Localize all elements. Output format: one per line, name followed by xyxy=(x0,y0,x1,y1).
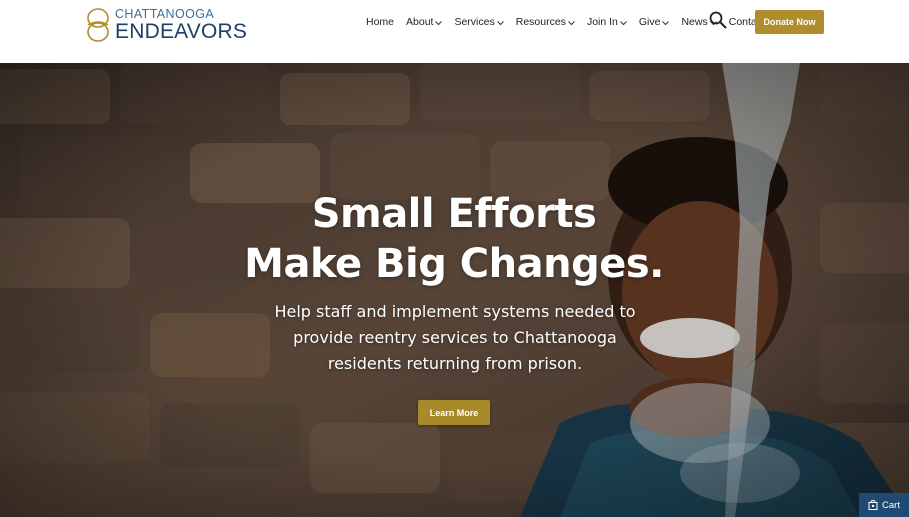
hero-subtext-line1: Help staff and implement systems needed … xyxy=(274,302,636,321)
nav-item-label: Services xyxy=(454,16,495,28)
hero-headline: Small Efforts Make Big Changes. xyxy=(150,189,758,289)
hero-subtext-line2: provide reentry services to Chattanooga xyxy=(293,328,617,347)
nav-item-label: Give xyxy=(638,16,661,28)
hero-banner: Small Efforts Make Big Changes. Help sta… xyxy=(0,63,909,517)
nav-item-label: News xyxy=(681,16,708,28)
hero-background-image xyxy=(0,63,909,517)
search-icon[interactable] xyxy=(709,11,727,29)
chevron-down-icon xyxy=(662,20,670,25)
brand-line1: CHATTANOOGA xyxy=(115,6,215,21)
nav-item-services[interactable]: Services xyxy=(454,16,504,28)
nav-item-give[interactable]: Give xyxy=(639,16,670,28)
donate-button[interactable]: Donate Now xyxy=(755,10,824,34)
learn-more-button[interactable]: Learn More xyxy=(418,400,490,425)
chevron-down-icon xyxy=(620,20,627,25)
brand-line2: ENDEAVORS xyxy=(115,20,248,44)
nav-item-home[interactable]: Home xyxy=(366,16,394,28)
hero-headline-line1: Small Efforts xyxy=(311,191,597,237)
cart-icon xyxy=(868,500,878,510)
nav-item-label: About xyxy=(406,16,434,28)
nav-item-join-in[interactable]: Join In xyxy=(587,16,627,28)
chevron-down-icon xyxy=(568,20,575,25)
nav-item-label: Home xyxy=(366,16,395,28)
hero-subtext-line3: residents returning from prison. xyxy=(327,354,583,373)
site-header: CHATTANOOGA ENDEAVORS Home About Service… xyxy=(0,0,909,63)
interlocking-rings-logo-icon xyxy=(87,8,109,42)
nav-item-about[interactable]: About xyxy=(406,16,443,28)
cart-button[interactable]: Cart xyxy=(859,493,909,517)
cart-label: Cart xyxy=(882,499,900,511)
hero-headline-line2: Make Big Changes. xyxy=(244,241,664,287)
hero-subtext: Help staff and implement systems needed … xyxy=(270,299,640,377)
nav-item-resources[interactable]: Resources xyxy=(516,16,575,28)
nav-item-label: Join In xyxy=(586,16,618,28)
nav-item-label: Resources xyxy=(515,16,566,28)
brand-wordmark: CHATTANOOGA ENDEAVORS xyxy=(115,8,247,43)
chevron-down-icon xyxy=(496,20,504,25)
chevron-down-icon xyxy=(435,20,443,25)
brand-logo[interactable]: CHATTANOOGA ENDEAVORS xyxy=(84,6,247,44)
